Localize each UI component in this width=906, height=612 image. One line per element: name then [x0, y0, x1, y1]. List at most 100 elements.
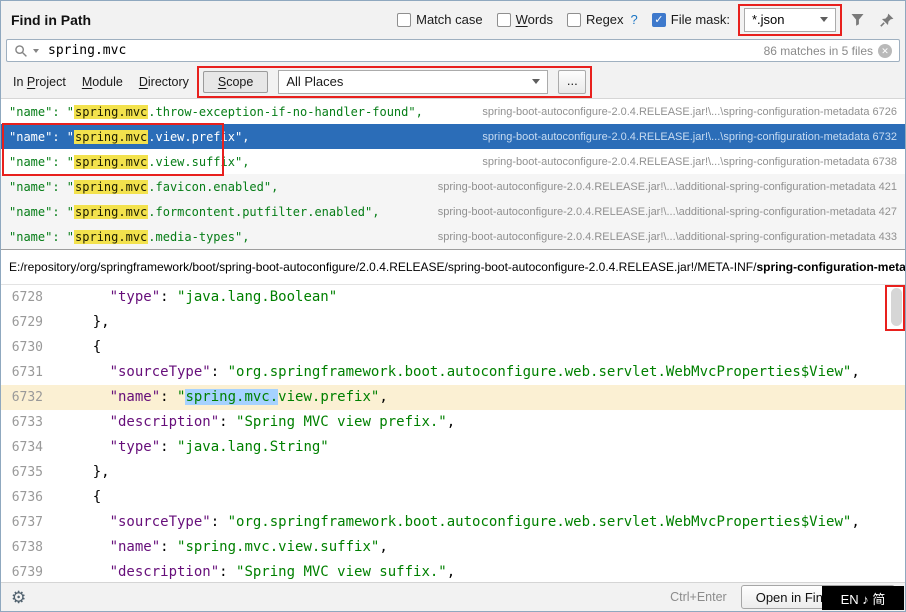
line-number: 6737 — [1, 510, 59, 535]
code-line: 6736 { — [1, 485, 905, 510]
result-row[interactable]: "name": "spring.mvc.throw-exception-if-n… — [1, 99, 905, 124]
scope-tab-directory[interactable]: Directory — [139, 75, 189, 89]
code-text: "sourceType": "org.springframework.boot.… — [59, 510, 860, 535]
line-number: 6732 — [1, 385, 59, 410]
find-in-path-dialog: Find in Path Match case Words Regex ? Fi… — [0, 0, 906, 612]
result-code: "name": "spring.mvc.media-types", — [9, 230, 249, 244]
preview-pane: E:/repository/org/springframework/boot/s… — [1, 249, 905, 582]
scope-group: Scope All Places ... — [203, 70, 586, 94]
words-checkbox[interactable]: Words — [497, 12, 553, 27]
gear-icon[interactable]: ⚙ — [11, 589, 26, 606]
search-field[interactable]: spring.mvc 86 matches in 5 files ✕ — [6, 39, 900, 62]
checkbox-label: Match case — [416, 12, 482, 27]
match-count: 86 matches in 5 files — [764, 44, 873, 58]
result-location: spring-boot-autoconfigure-2.0.4.RELEASE.… — [424, 206, 897, 218]
code-line: 6733 "description": "Spring MVC view pre… — [1, 410, 905, 435]
file-path-prefix: E:/repository/org/springframework/boot/s… — [9, 260, 756, 274]
match-highlight: spring.mvc — [74, 105, 148, 119]
scope-bar: In Project Module Directory Scope All Plac… — [1, 65, 905, 98]
result-row[interactable]: "name": "spring.mvc.favicon.enabled",spr… — [1, 174, 905, 199]
result-code: "name": "spring.mvc.view.prefix", — [9, 130, 249, 144]
line-number: 6739 — [1, 560, 59, 582]
chevron-down-icon — [820, 17, 828, 22]
result-code: "name": "spring.mvc.throw-exception-if-n… — [9, 105, 423, 119]
checkbox-label: Regex — [586, 12, 624, 27]
line-number: 6733 — [1, 410, 59, 435]
code-line: 6729 }, — [1, 310, 905, 335]
result-location: spring-boot-autoconfigure-2.0.4.RELEASE.… — [424, 231, 897, 243]
code-line: 6735 }, — [1, 460, 905, 485]
line-number: 6735 — [1, 460, 59, 485]
scope-tab-in-project[interactable]: In Project — [13, 75, 66, 89]
checkbox-label: File mask: — [671, 12, 730, 27]
result-location: spring-boot-autoconfigure-2.0.4.RELEASE.… — [468, 106, 897, 118]
file-mask-select-wrap: *.json — [744, 8, 836, 32]
match-case-checkbox[interactable]: Match case — [397, 12, 482, 27]
code-text: "type": "java.lang.String" — [59, 435, 329, 460]
scrollbar-thumb[interactable] — [891, 288, 902, 326]
code-text: "name": "spring.mvc.view.prefix", — [59, 385, 388, 410]
code-line: 6730 { — [1, 335, 905, 360]
shortcut-hint: Ctrl+Enter — [670, 590, 727, 604]
line-number: 6728 — [1, 285, 59, 310]
code-editor[interactable]: 6728 "type": "java.lang.Boolean"6729 },6… — [1, 285, 905, 582]
scope-tab-module[interactable]: Module — [82, 75, 123, 89]
dialog-title: Find in Path — [11, 12, 91, 28]
line-number: 6729 — [1, 310, 59, 335]
scope-tabs: In Project Module Directory — [13, 75, 189, 89]
dialog-header: Find in Path Match case Words Regex ? Fi… — [1, 1, 905, 38]
scope-browse-button[interactable]: ... — [558, 70, 586, 94]
search-row: spring.mvc 86 matches in 5 files ✕ — [1, 38, 905, 65]
file-mask-value: *.json — [752, 12, 814, 27]
pin-icon[interactable] — [879, 12, 895, 28]
search-icon — [14, 44, 28, 58]
code-text: "name": "spring.mvc.view.suffix", — [59, 535, 388, 560]
match-highlight: spring.mvc — [74, 205, 148, 219]
line-number: 6730 — [1, 335, 59, 360]
line-number: 6738 — [1, 535, 59, 560]
checkbox-box — [567, 13, 581, 27]
scope-selected-slot: Scope — [203, 71, 268, 93]
clear-search-icon[interactable]: ✕ — [878, 44, 892, 58]
result-code: "name": "spring.mvc.view.suffix", — [9, 155, 249, 169]
file-mask-checkbox[interactable]: File mask: — [652, 12, 730, 27]
filter-icon[interactable] — [850, 12, 865, 27]
match-highlight: spring.mvc — [74, 155, 148, 169]
code-line: 6737 "sourceType": "org.springframework.… — [1, 510, 905, 535]
ime-indicator: EN ♪ 简 — [822, 586, 904, 610]
line-number: 6736 — [1, 485, 59, 510]
code-text: }, — [59, 460, 110, 485]
code-line: 6732 "name": "spring.mvc.view.prefix", — [1, 385, 905, 410]
regex-help-link[interactable]: ? — [631, 12, 638, 27]
regex-checkbox[interactable]: Regex ? — [567, 12, 638, 27]
code-text: { — [59, 485, 101, 510]
match-highlight: spring.mvc — [74, 180, 148, 194]
result-row[interactable]: "name": "spring.mvc.formcontent.putfilte… — [1, 199, 905, 224]
result-row[interactable]: "name": "spring.mvc.media-types", spring-… — [1, 224, 905, 249]
search-history-chevron-icon[interactable] — [33, 49, 39, 53]
code-text: }, — [59, 310, 110, 335]
line-number: 6734 — [1, 435, 59, 460]
checkbox-box — [397, 13, 411, 27]
scope-tab-scope[interactable]: Scope — [203, 71, 268, 93]
line-number: 6731 — [1, 360, 59, 385]
match-highlight: spring.mvc — [74, 130, 148, 144]
code-line: 6738 "name": "spring.mvc.view.suffix", — [1, 535, 905, 560]
result-code: "name": "spring.mvc.favicon.enabled", — [9, 180, 278, 194]
result-location: spring-boot-autoconfigure-2.0.4.RELEASE.… — [424, 181, 897, 193]
result-row[interactable]: "name": "spring.mvc.view.prefix",spring-… — [1, 124, 905, 149]
checkbox-box — [652, 13, 666, 27]
checkbox-label: Words — [516, 12, 553, 27]
checkbox-box — [497, 13, 511, 27]
result-location: spring-boot-autoconfigure-2.0.4.RELEASE.… — [468, 156, 897, 168]
result-row[interactable]: "name": "spring.mvc.view.suffix", spring-… — [1, 149, 905, 174]
result-code: "name": "spring.mvc.formcontent.putfilte… — [9, 205, 379, 219]
search-query[interactable]: spring.mvc — [48, 43, 126, 58]
code-line: 6734 "type": "java.lang.String" — [1, 435, 905, 460]
scope-select[interactable]: All Places — [278, 70, 548, 94]
file-path-filename: spring-configuration-metada — [756, 260, 905, 274]
code-text: "sourceType": "org.springframework.boot.… — [59, 360, 860, 385]
chevron-down-icon — [532, 79, 540, 84]
scope-value: All Places — [286, 74, 526, 89]
file-mask-select[interactable]: *.json — [744, 8, 836, 32]
